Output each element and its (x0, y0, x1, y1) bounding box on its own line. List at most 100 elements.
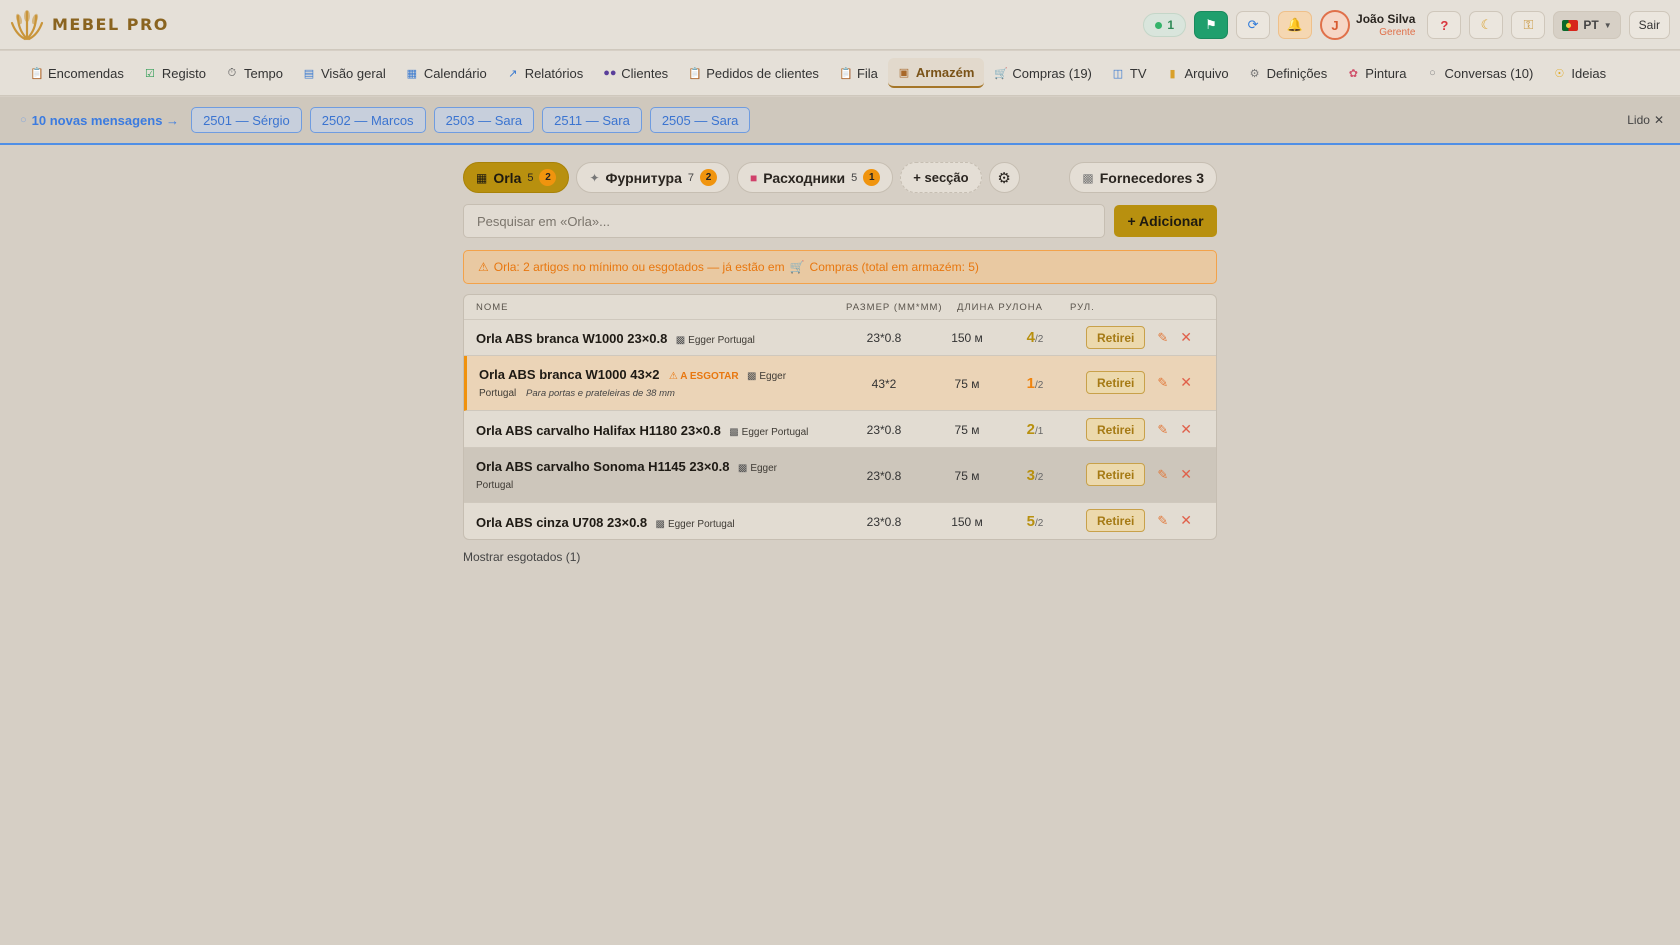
calendar-icon: ▦ (406, 67, 418, 80)
nav-label: Registo (161, 65, 206, 81)
nav-item-armazem[interactable]: ▣ Armazém (887, 58, 985, 88)
nav-item-compras[interactable]: 🛒 Compras (19) (984, 58, 1101, 88)
message-chip[interactable]: 2501 — Sérgio (191, 107, 302, 133)
row-actions: Retirei ✎ ✕ (1086, 371, 1192, 394)
message-chip[interactable]: 2505 — Sara (649, 107, 751, 133)
item-rolls: 2/1 (1020, 421, 1050, 438)
rolls-count: 3 (1026, 467, 1035, 484)
item-name: Orla ABS branca W1000 43×2 (479, 367, 660, 382)
logout-button[interactable]: Sair (1628, 11, 1670, 39)
cart-icon: 🛒 (994, 67, 1009, 80)
chip-label: 2502 — Marcos (321, 112, 414, 128)
retirei-button[interactable]: Retirei (1086, 509, 1146, 532)
refresh-icon: ⟳ (1247, 17, 1259, 32)
new-messages-bar: ○ 10 novas mensagens → 2501 — Sérgio 250… (0, 97, 1680, 145)
nav-label: Encomendas (48, 65, 124, 81)
theme-toggle-button[interactable]: ☾ (1469, 11, 1504, 39)
bell-icon: 🔔 (1286, 17, 1304, 32)
table-row[interactable]: Orla ABS branca W1000 43×2 ⚠ A ESGOTAR ▩… (464, 356, 1216, 411)
tab-furnitura[interactable]: ✦ Фурнитура 7 2 (576, 162, 730, 193)
factory-icon: ▩ (1082, 170, 1094, 185)
retirei-button[interactable]: Retirei (1086, 418, 1146, 441)
nav-item-clientes[interactable]: ●● Clientes (593, 58, 678, 88)
nav-item-arquivo[interactable]: ▮ Arquivo (1157, 58, 1239, 88)
refresh-button[interactable]: ⟳ (1236, 11, 1271, 39)
nav-label: Pedidos de clientes (706, 65, 819, 81)
trend-chart-icon: ↗ (508, 67, 518, 80)
tab-alert-badge: 2 (699, 169, 717, 186)
add-item-button[interactable]: + Adicionar (1114, 205, 1217, 237)
nav-item-encomendas[interactable]: 📋 Encomendas (20, 58, 134, 88)
close-icon[interactable]: ✕ (1180, 466, 1192, 483)
table-row[interactable]: Orla ABS carvalho Sonoma H1145 23×0.8 ▩ E… (464, 448, 1216, 503)
message-chip[interactable]: 2511 — Sara (542, 107, 642, 133)
nav-item-pintura[interactable]: ✿ Pintura (1337, 58, 1416, 88)
tape-icon: ▦ (476, 170, 488, 185)
nav-item-fila[interactable]: 📋 Fila (829, 58, 888, 88)
flag-mode-button[interactable]: ⚑ (1194, 11, 1229, 39)
nav-item-registo[interactable]: ☑ Registo (134, 58, 216, 88)
nav-item-definicoes[interactable]: ⚙ Definições (1239, 58, 1338, 88)
close-icon[interactable]: ✕ (1180, 421, 1192, 438)
item-rolls: 4/2 (1020, 329, 1050, 346)
pencil-icon[interactable]: ✎ (1157, 467, 1168, 483)
alert-link[interactable]: Compras (total em armazém: 5) (810, 260, 979, 274)
pencil-icon[interactable]: ✎ (1157, 422, 1168, 438)
avatar[interactable]: J (1320, 10, 1351, 40)
tab-raskhodniki[interactable]: ■ Расходники 5 1 (736, 162, 894, 193)
search-input[interactable] (463, 204, 1105, 238)
logo[interactable]: MEBEL PRO (10, 8, 169, 42)
retirei-button[interactable]: Retirei (1086, 463, 1146, 486)
supplier: ▩ Egger Portugal (655, 519, 734, 530)
message-chip[interactable]: 2502 — Marcos (309, 107, 426, 133)
item-name: Orla ABS branca W1000 23×0.8 (476, 331, 668, 346)
help-button[interactable]: ? (1427, 11, 1462, 39)
table-row[interactable]: Orla ABS branca W1000 23×0.8 ▩ Egger Port… (464, 320, 1216, 356)
close-icon[interactable]: ✕ (1180, 329, 1192, 346)
mark-read-button[interactable]: Lido ✕ (1627, 113, 1664, 127)
nav-item-visao-geral[interactable]: ▤ Visão geral (293, 58, 396, 88)
close-icon[interactable]: ✕ (1180, 374, 1192, 391)
nav-item-ideias[interactable]: ☉ Ideias (1543, 58, 1616, 88)
box-icon: ▣ (898, 66, 910, 79)
clipboard-icon: 📋 (688, 67, 702, 80)
clipboard-icon: 📋 (838, 67, 853, 80)
suppliers-button[interactable]: ▩ Fornecedores 3 (1069, 162, 1217, 193)
nav-item-tv[interactable]: ◫ TV (1102, 58, 1157, 88)
nav-label: Calendário (423, 65, 487, 81)
language-selector[interactable]: PT ▼ (1553, 11, 1621, 39)
nav-item-conversas[interactable]: ○ Conversas (10) (1417, 58, 1544, 88)
nav-item-calendario[interactable]: ▦ Calendário (396, 58, 497, 88)
retirei-button[interactable]: Retirei (1086, 371, 1146, 394)
show-sold-out-link[interactable]: Mostrar esgotados (1) (463, 550, 1217, 564)
rolls-min: /2 (1035, 472, 1044, 483)
nav-item-relatorios[interactable]: ↗ Relatórios (497, 58, 594, 88)
add-section-button[interactable]: + secção (900, 162, 982, 193)
pencil-icon[interactable]: ✎ (1157, 375, 1168, 391)
message-chip[interactable]: 2503 — Sara (433, 107, 535, 133)
item-name-cell: Orla ABS carvalho Sonoma H1145 23×0.8 ▩ E… (476, 459, 836, 491)
nav-item-pedidos-clientes[interactable]: 📋 Pedidos de clientes (678, 58, 829, 88)
column-header-name: NOME (476, 301, 509, 313)
nav-label: TV (1129, 65, 1147, 81)
table-row[interactable]: Orla ABS cinza U708 23×0.8 ▩ Egger Portug… (464, 503, 1216, 539)
pencil-icon[interactable]: ✎ (1157, 513, 1168, 529)
supplier-name-cont: Portugal (479, 388, 517, 399)
nav-item-tempo[interactable]: ⏱ Tempo (216, 58, 293, 88)
item-size: 23*0.8 (866, 469, 902, 483)
rolls-count: 5 (1026, 513, 1035, 530)
tab-orla[interactable]: ▦ Orla 5 2 (463, 162, 570, 193)
close-icon[interactable]: ✕ (1180, 512, 1192, 529)
bar-chart-icon: ▤ (303, 67, 315, 80)
pencil-icon[interactable]: ✎ (1157, 330, 1168, 346)
online-users-indicator[interactable]: 1 (1143, 13, 1187, 37)
notifications-button[interactable]: 🔔 (1278, 11, 1313, 39)
item-size: 23*0.8 (866, 331, 902, 345)
new-messages-link[interactable]: ○ 10 novas mensagens → (20, 113, 179, 128)
section-settings-button[interactable]: ⚙ (988, 162, 1020, 193)
tab-alert-badge: 2 (539, 169, 557, 186)
user-role: Gerente (1379, 27, 1416, 38)
admin-key-button[interactable]: ⚿ (1511, 11, 1546, 39)
retirei-button[interactable]: Retirei (1086, 326, 1146, 349)
table-row[interactable]: Orla ABS carvalho Halifax H1180 23×0.8 ▩… (464, 411, 1216, 448)
